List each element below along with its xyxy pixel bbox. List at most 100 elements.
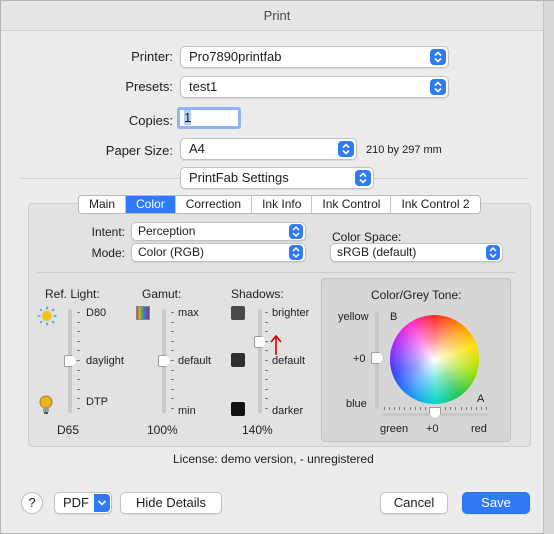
shadows-bottom-label: darker: [272, 405, 304, 417]
slider-tick: [171, 398, 174, 399]
slider-tick: [476, 407, 477, 410]
gamut-top-label: max: [178, 307, 199, 319]
slider-tick: [77, 408, 80, 409]
hide-details-button[interactable]: Hide Details: [120, 492, 222, 514]
slider-tick: [455, 407, 456, 410]
slider-tick: [410, 407, 411, 410]
slider-tick: [265, 370, 268, 371]
shadows-slider-track[interactable]: [258, 309, 262, 413]
gamut-bottom-label: min: [178, 405, 196, 417]
gamut-value: 100%: [147, 423, 178, 437]
slider-tick: [171, 341, 174, 342]
intent-popup[interactable]: Perception: [131, 222, 306, 241]
ref-light-label: Ref. Light:: [45, 287, 100, 301]
print-dialog: Print Printer: Pro7890printfab Presets: …: [0, 0, 554, 534]
printer-value: Pro7890printfab: [189, 49, 282, 64]
gamut-middle-label: default: [178, 355, 212, 367]
dark-photo-icon: [231, 402, 245, 416]
slider-tick: [265, 398, 268, 399]
gamut-icon: [136, 306, 150, 320]
window-title: Print: [1, 1, 553, 31]
presets-label: Presets:: [125, 79, 173, 94]
printer-label: Printer:: [131, 49, 173, 64]
default-photo-icon: [231, 353, 245, 367]
presets-value: test1: [189, 79, 218, 94]
slider-tick: [466, 407, 467, 410]
slider-tick: [77, 322, 80, 323]
color-space-label: Color Space:: [332, 230, 402, 244]
paper-size-popup[interactable]: A4: [180, 138, 357, 160]
slider-tick: [384, 407, 385, 410]
slider-tick: [389, 407, 390, 410]
tab-color[interactable]: Color: [126, 196, 176, 213]
ref-light-middle-label: daylight: [86, 355, 124, 367]
lightbulb-icon: [38, 395, 54, 418]
sun-icon: [37, 306, 57, 329]
a-axis-label: A: [477, 393, 485, 405]
slider-tick: [77, 389, 80, 390]
intent-value: Perception: [138, 224, 196, 238]
slider-tick: [486, 407, 487, 410]
vertical-zero-label: +0: [353, 353, 366, 365]
b-axis-label: B: [390, 311, 398, 323]
slider-tick: [425, 407, 426, 410]
color-space-popup[interactable]: sRGB (default): [330, 243, 503, 262]
pdf-button[interactable]: PDF: [54, 492, 112, 514]
slider-tick: [265, 312, 268, 313]
printer-popup[interactable]: Pro7890printfab: [180, 46, 449, 68]
slider-tick: [265, 341, 268, 342]
gamut-label: Gamut:: [142, 287, 182, 301]
section-popup[interactable]: PrintFab Settings: [180, 167, 374, 189]
slider-tick: [404, 407, 405, 410]
copies-field[interactable]: 1: [177, 107, 241, 129]
blue-label: blue: [346, 398, 367, 410]
slider-tick: [77, 370, 80, 371]
mode-popup[interactable]: Color (RGB): [131, 243, 306, 262]
ref-light-bottom-label: DTP: [86, 396, 108, 408]
slider-tick: [77, 350, 80, 351]
paper-dimensions: 210 by 297 mm: [366, 144, 442, 156]
slider-tick: [265, 331, 268, 332]
copies-label: Copies:: [128, 113, 173, 128]
popup-arrows-icon: [355, 170, 371, 186]
ref-light-value: D65: [57, 423, 80, 437]
slider-tick: [77, 341, 80, 342]
color-wheel[interactable]: [390, 315, 479, 404]
green-label: green: [380, 423, 409, 435]
red-label: red: [471, 423, 487, 435]
slider-tick: [77, 360, 80, 361]
slider-tick: [415, 407, 416, 410]
slider-tick: [265, 350, 268, 351]
popup-arrows-icon: [430, 49, 446, 65]
slider-tick: [77, 312, 80, 313]
slider-tick: [77, 398, 80, 399]
cancel-button[interactable]: Cancel: [380, 492, 448, 514]
help-button[interactable]: ?: [21, 492, 43, 514]
tab-ink-info[interactable]: Ink Info: [252, 196, 313, 213]
tab-correction[interactable]: Correction: [175, 196, 253, 213]
paper-size-label: Paper Size:: [105, 143, 173, 158]
popup-arrows-icon: [289, 245, 303, 260]
slider-tick: [265, 322, 268, 323]
chevron-down-icon: [94, 494, 110, 512]
popup-arrows-icon: [430, 79, 446, 95]
intent-label: Intent:: [91, 225, 125, 239]
slider-tick: [171, 322, 174, 323]
save-button[interactable]: Save: [462, 492, 530, 514]
tab-ink-control-2[interactable]: Ink Control 2: [391, 196, 480, 213]
red-arrow-annotation: [270, 334, 282, 355]
tab-main[interactable]: Main: [79, 196, 127, 213]
shadows-top-label: brighter: [272, 307, 310, 319]
slider-tick: [450, 407, 451, 410]
shadows-middle-label: default: [272, 355, 306, 367]
tab-ink-control[interactable]: Ink Control: [312, 196, 392, 213]
slider-tick: [265, 389, 268, 390]
pdf-label: PDF: [63, 495, 89, 510]
slider-tick: [471, 407, 472, 410]
yellow-label: yellow: [338, 311, 369, 323]
slider-tick: [481, 407, 482, 410]
presets-popup[interactable]: test1: [180, 76, 449, 98]
shadows-value: 140%: [242, 423, 273, 437]
slider-tick: [265, 408, 268, 409]
slider-tick: [394, 407, 395, 410]
